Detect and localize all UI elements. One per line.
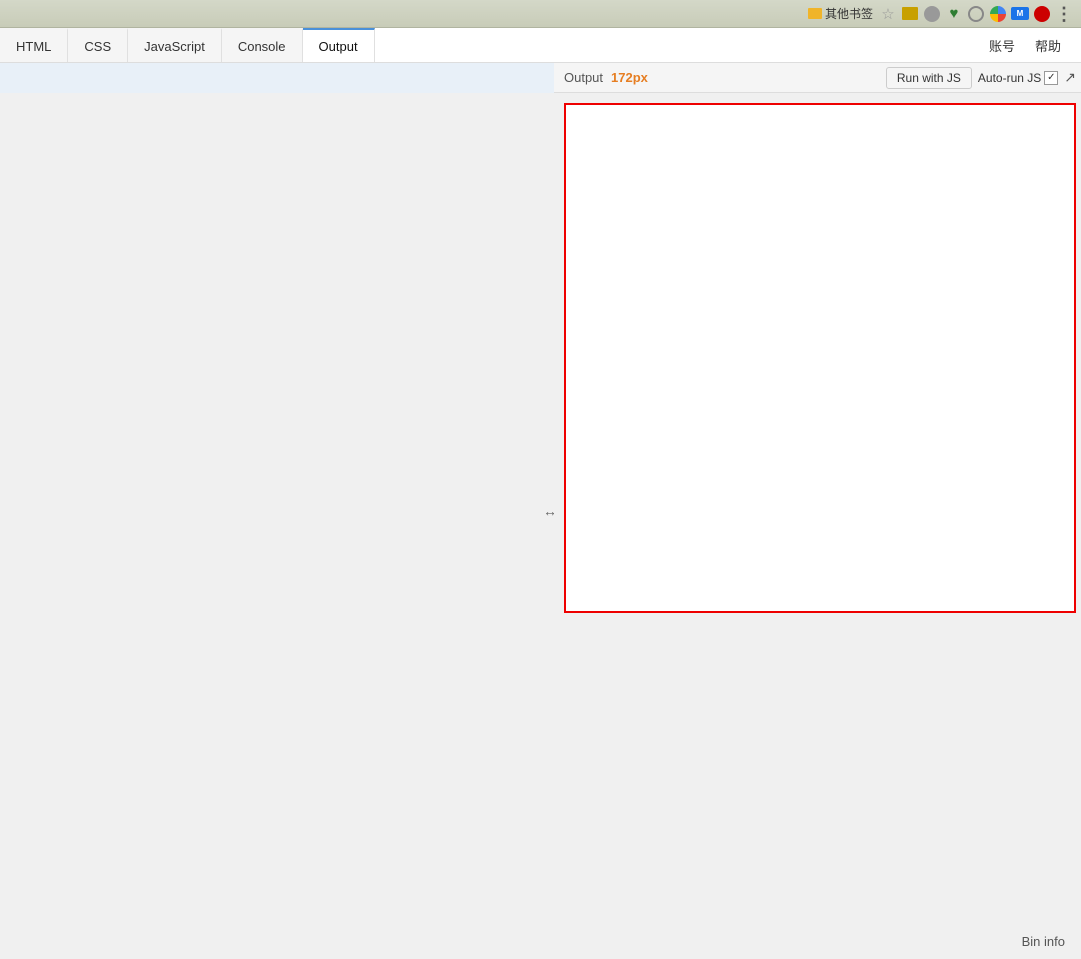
account-link[interactable]: 账号 — [981, 32, 1023, 59]
autorun-text: Auto-run JS — [978, 71, 1041, 85]
browser-icon-3[interactable] — [923, 5, 941, 23]
output-header: Output 172px Run with JS Auto-run JS ✓ ↗ — [554, 63, 1081, 93]
help-link[interactable]: 帮助 — [1027, 32, 1069, 59]
bin-info-bar[interactable]: Bin info — [1006, 924, 1081, 959]
browser-icon-5[interactable] — [967, 5, 985, 23]
editor-panel: ↔ — [0, 63, 554, 959]
resize-handle[interactable]: ↔ — [546, 63, 554, 959]
bookmark-folder-icon — [808, 8, 822, 19]
toolbar-right: 账号 帮助 — [981, 28, 1081, 62]
star-icon[interactable]: ☆ — [879, 5, 897, 23]
maps-icon[interactable] — [989, 5, 1007, 23]
mail-icon[interactable]: M — [1011, 5, 1029, 23]
toolbar: HTML CSS JavaScript Console Output 账号 帮助 — [0, 28, 1081, 63]
more-menu-icon[interactable]: ⋮ — [1055, 5, 1073, 23]
browser-bar: 其他书签 ☆ ♥ M ⋮ — [0, 0, 1081, 28]
output-actions: Run with JS Auto-run JS ✓ ↗ — [886, 67, 1076, 89]
red-circle-icon[interactable] — [1033, 5, 1051, 23]
editor-area[interactable] — [0, 93, 554, 959]
tab-html[interactable]: HTML — [0, 28, 68, 62]
autorun-label[interactable]: Auto-run JS ✓ — [978, 71, 1058, 85]
run-with-js-button[interactable]: Run with JS — [886, 67, 972, 89]
output-box — [564, 103, 1076, 613]
tab-console[interactable]: Console — [222, 28, 303, 62]
other-bookmarks-label: 其他书签 — [825, 5, 873, 22]
tab-javascript[interactable]: JavaScript — [128, 28, 222, 62]
autorun-checkbox[interactable]: ✓ — [1044, 71, 1058, 85]
output-panel: Output 172px Run with JS Auto-run JS ✓ ↗ — [554, 63, 1081, 959]
main-content: ↔ Output 172px Run with JS Auto-run JS ✓… — [0, 63, 1081, 959]
output-label-bar — [0, 63, 554, 93]
resize-handle-icon: ↔ — [543, 503, 554, 519]
browser-icons: ☆ ♥ M ⋮ — [879, 5, 1073, 23]
heart-icon[interactable]: ♥ — [945, 5, 963, 23]
tab-output[interactable]: Output — [303, 28, 375, 62]
other-bookmarks[interactable]: 其他书签 — [808, 5, 873, 22]
output-frame — [554, 93, 1081, 959]
browser-icon-2[interactable] — [901, 5, 919, 23]
bin-info-text: Bin info — [1022, 934, 1065, 949]
tab-css[interactable]: CSS — [68, 28, 128, 62]
output-title: Output — [564, 70, 603, 85]
output-size: 172px — [611, 70, 648, 85]
expand-icon[interactable]: ↗ — [1064, 69, 1076, 86]
